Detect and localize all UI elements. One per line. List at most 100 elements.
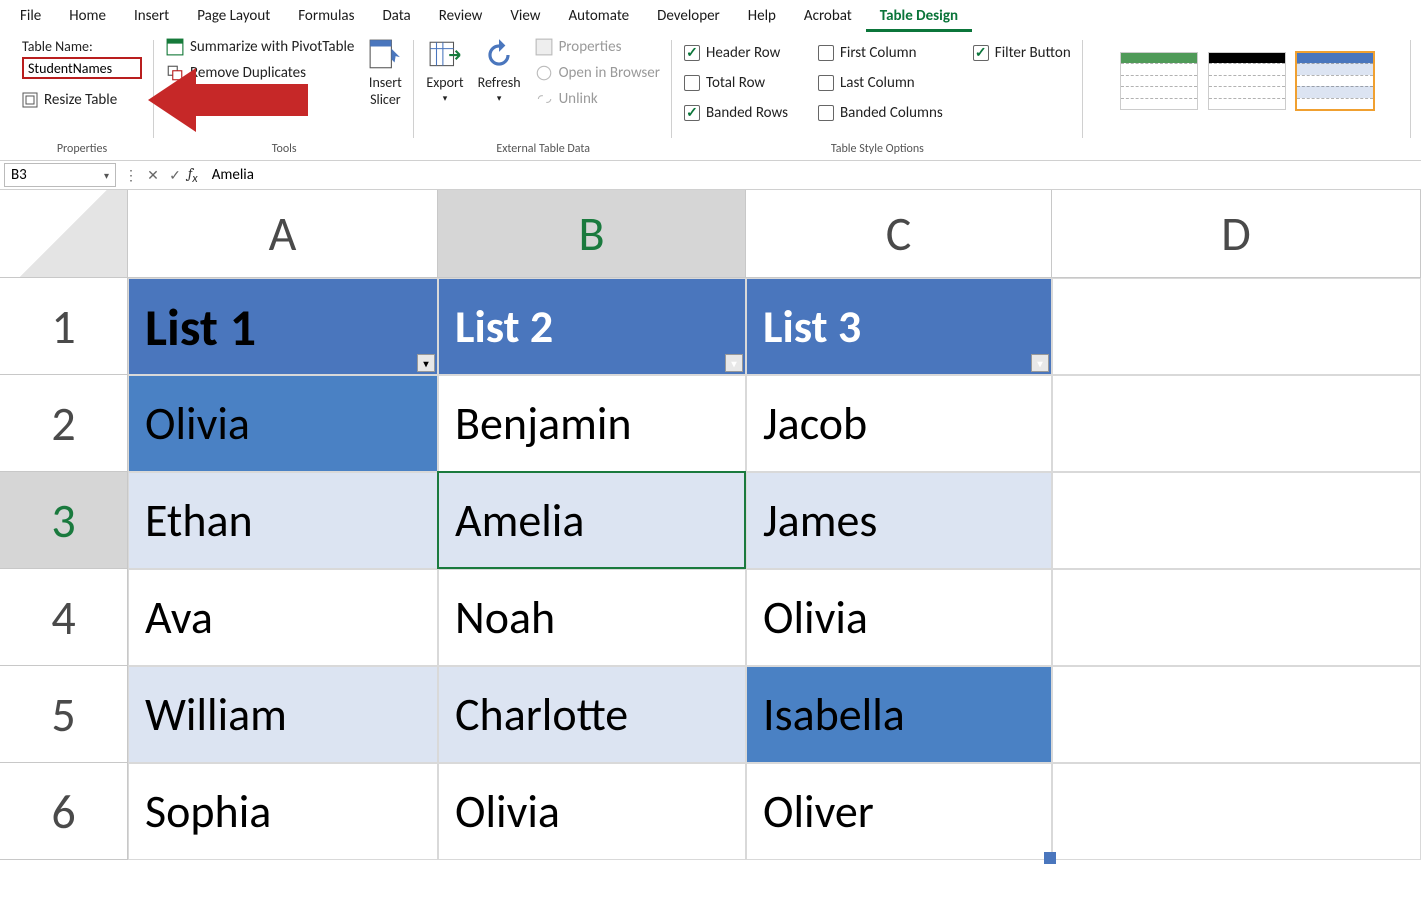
formula-bar: B3▾ ⋮ ✕ ✓ fx Amelia <box>0 160 1421 190</box>
cell[interactable]: James <box>746 472 1052 569</box>
cell[interactable]: William <box>128 666 438 763</box>
slicer-icon <box>368 38 402 72</box>
cell[interactable]: Charlotte <box>438 666 746 763</box>
group-properties: Table Name: Resize Table Properties <box>10 34 154 160</box>
fx-icon[interactable]: fx <box>188 164 198 186</box>
cell[interactable]: Amelia <box>438 472 746 569</box>
select-all-corner[interactable] <box>0 190 128 278</box>
table-name-input[interactable] <box>22 57 142 79</box>
formula-input[interactable]: Amelia <box>204 166 1421 184</box>
name-box[interactable]: B3▾ <box>4 163 116 187</box>
option-first-column[interactable]: First Column <box>818 38 943 68</box>
menu-bar: FileHomeInsertPage LayoutFormulasDataRev… <box>0 0 1421 32</box>
row-header-3[interactable]: 3 <box>0 472 128 569</box>
checkbox-icon <box>818 45 834 61</box>
resize-icon <box>22 92 38 108</box>
enter-button[interactable]: ✓ <box>164 164 186 186</box>
row-header-5[interactable]: 5 <box>0 666 128 763</box>
menu-review[interactable]: Review <box>425 1 497 32</box>
row-header-4[interactable]: 4 <box>0 569 128 666</box>
cell[interactable] <box>1052 472 1421 569</box>
cell[interactable]: Noah <box>438 569 746 666</box>
option-filter-button[interactable]: Filter Button <box>973 38 1071 68</box>
menu-page-layout[interactable]: Page Layout <box>183 1 284 32</box>
option-banded-columns[interactable]: Banded Columns <box>818 98 943 128</box>
col-header-C[interactable]: C <box>746 190 1052 278</box>
cell[interactable] <box>1052 278 1421 375</box>
checkbox-icon <box>684 105 700 121</box>
cell[interactable]: Olivia <box>746 569 1052 666</box>
cell[interactable]: Ethan <box>128 472 438 569</box>
menu-table-design[interactable]: Table Design <box>866 1 972 32</box>
cell[interactable]: Ava <box>128 569 438 666</box>
cell[interactable]: Olivia <box>128 375 438 472</box>
checkbox-icon <box>818 75 834 91</box>
checkbox-icon <box>973 45 989 61</box>
col-header-A[interactable]: A <box>128 190 438 278</box>
ribbon: Table Name: Resize Table Properties Summ… <box>0 32 1421 160</box>
cell[interactable]: Olivia <box>438 763 746 860</box>
group-caption: Table Style Options <box>831 140 924 160</box>
menu-acrobat[interactable]: Acrobat <box>790 1 866 32</box>
unlink-button: Unlink <box>535 90 660 108</box>
export-icon <box>428 38 462 72</box>
export-button[interactable]: Export ▾ <box>426 38 463 104</box>
summarize-pivot-button[interactable]: Summarize with PivotTable <box>166 38 354 56</box>
cell[interactable] <box>1052 763 1421 860</box>
fb-sep: ⋮ <box>120 164 142 186</box>
menu-view[interactable]: View <box>496 1 554 32</box>
col-header-B[interactable]: B <box>438 190 746 278</box>
option-last-column[interactable]: Last Column <box>818 68 943 98</box>
group-styles <box>1083 34 1411 160</box>
row-header-2[interactable]: 2 <box>0 375 128 472</box>
filter-button[interactable]: ▾ <box>417 354 435 372</box>
filter-button[interactable]: ▾ <box>1031 354 1049 372</box>
table-properties-button: Properties <box>535 38 660 56</box>
table-header[interactable]: List 2▾ <box>438 278 746 375</box>
cell[interactable]: Oliver <box>746 763 1052 860</box>
style-swatch[interactable] <box>1296 52 1374 110</box>
table-name-label: Table Name: <box>22 38 93 55</box>
col-header-D[interactable]: D <box>1052 190 1421 278</box>
checkbox-icon <box>684 75 700 91</box>
option-total-row[interactable]: Total Row <box>684 68 788 98</box>
open-browser-button: Open in Browser <box>535 64 660 82</box>
row-header-6[interactable]: 6 <box>0 763 128 860</box>
cell[interactable] <box>1052 569 1421 666</box>
menu-insert[interactable]: Insert <box>120 1 183 32</box>
group-caption: Tools <box>272 140 297 160</box>
group-caption <box>1246 110 1249 130</box>
cell[interactable]: Jacob <box>746 375 1052 472</box>
option-header-row[interactable]: Header Row <box>684 38 788 68</box>
table-header[interactable]: List 3▾ <box>746 278 1052 375</box>
menu-file[interactable]: File <box>6 1 55 32</box>
option-banded-rows[interactable]: Banded Rows <box>684 98 788 128</box>
table-header[interactable]: List 1▾ <box>128 278 438 375</box>
group-external: Export ▾ Refresh ▾ Properties Open in Br… <box>414 34 672 160</box>
filter-button[interactable]: ▾ <box>725 354 743 372</box>
refresh-button[interactable]: Refresh ▾ <box>478 38 521 104</box>
menu-home[interactable]: Home <box>55 1 120 32</box>
resize-table-button[interactable]: Resize Table <box>22 91 117 109</box>
style-swatch[interactable] <box>1208 52 1286 110</box>
browser-icon <box>535 64 553 82</box>
style-swatch[interactable] <box>1120 52 1198 110</box>
menu-developer[interactable]: Developer <box>643 1 734 32</box>
menu-automate[interactable]: Automate <box>554 1 643 32</box>
cell[interactable] <box>1052 666 1421 763</box>
row-header-1[interactable]: 1 <box>0 278 128 375</box>
cell[interactable] <box>1052 375 1421 472</box>
cell[interactable]: Sophia <box>128 763 438 860</box>
style-gallery[interactable] <box>1120 34 1374 110</box>
cell[interactable]: Isabella <box>746 666 1052 763</box>
menu-help[interactable]: Help <box>734 1 790 32</box>
menu-formulas[interactable]: Formulas <box>284 1 368 32</box>
cell[interactable]: Benjamin <box>438 375 746 472</box>
worksheet[interactable]: ABCD123456List 1▾List 2▾List 3▾OliviaBen… <box>0 190 1421 903</box>
menu-data[interactable]: Data <box>368 1 424 32</box>
insert-slicer-button[interactable]: Insert Slicer <box>368 38 402 108</box>
table-resize-handle[interactable] <box>1044 852 1056 864</box>
group-caption: Properties <box>57 140 107 160</box>
callout-arrow <box>148 64 308 136</box>
cancel-button[interactable]: ✕ <box>142 164 164 186</box>
